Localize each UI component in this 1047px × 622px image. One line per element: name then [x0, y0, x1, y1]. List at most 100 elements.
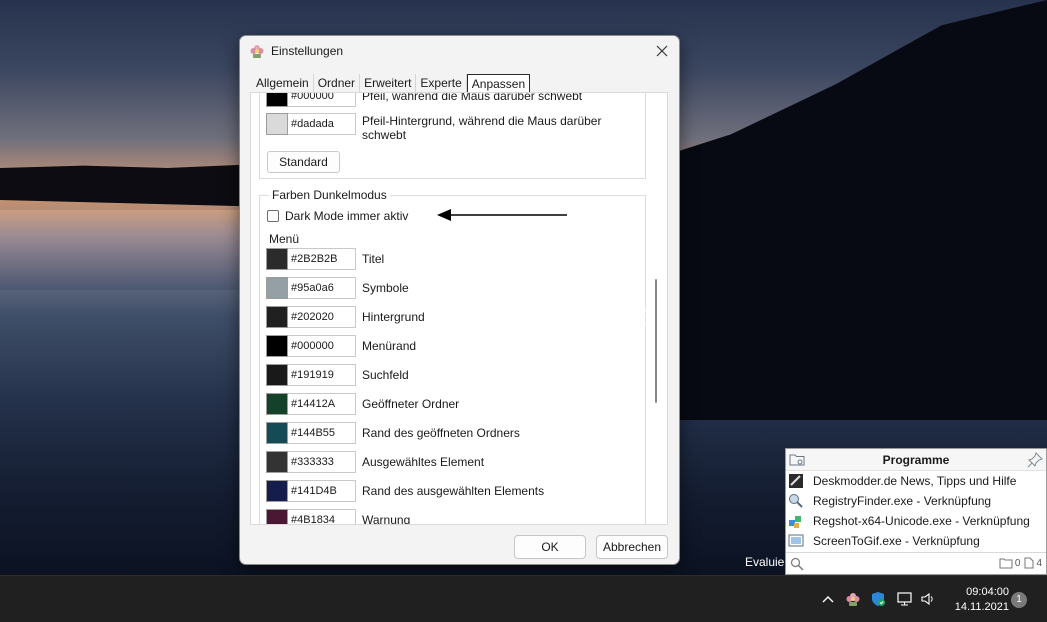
color-row-arrow-hover: #000000 Pfeil, während die Maus darüber … — [266, 93, 622, 107]
color-row: #14412A Geöffneter Ordner — [266, 393, 622, 415]
hex-input[interactable]: #144B55 — [288, 422, 356, 444]
cancel-button[interactable]: Abbrechen — [596, 535, 668, 559]
tab-experte[interactable]: Experte — [416, 74, 467, 94]
panel-scrollbar[interactable] — [651, 93, 663, 524]
color-label: Rand des ausgewählten Elements — [362, 484, 545, 498]
hex-input[interactable]: #333333 — [288, 451, 356, 473]
color-label: Geöffneter Ordner — [362, 397, 460, 411]
regshot-icon — [789, 516, 801, 528]
color-row: #2B2B2B Titel — [266, 248, 622, 270]
list-item-label: Regshot-x64-Unicode.exe - Verknüpfung — [813, 514, 1030, 528]
list-item-label: ScreenToGif.exe - Verknüpfung — [813, 534, 980, 548]
hex-input[interactable]: #14412A — [288, 393, 356, 415]
chevron-up-icon[interactable] — [820, 591, 836, 607]
clock-time: 09:04:00 — [966, 586, 1009, 598]
evaluation-watermark-text: Evaluier — [745, 555, 789, 569]
color-label: Warnung — [362, 513, 411, 525]
dark-mode-group-title: Farben Dunkelmodus — [269, 188, 390, 202]
hex-input[interactable]: #2B2B2B — [288, 248, 356, 270]
color-swatch[interactable] — [266, 335, 288, 357]
standard-button[interactable]: Standard — [267, 151, 340, 173]
color-label: Symbole — [362, 281, 409, 295]
security-shield-icon[interactable] — [870, 591, 886, 607]
hex-input[interactable]: #000000 — [288, 335, 356, 357]
tab-ordner[interactable]: Ordner — [314, 74, 361, 94]
color-swatch[interactable] — [266, 509, 288, 524]
programme-title: Programme — [882, 452, 950, 467]
color-label: Menürand — [362, 339, 417, 353]
color-label: Titel — [362, 252, 385, 266]
dialog-titlebar[interactable]: Einstellungen — [240, 36, 679, 66]
programme-search[interactable]: 0 4 — [786, 552, 1046, 574]
deskmodder-watermark: Deskmodder.de — [425, 296, 651, 334]
folder-icon — [999, 558, 1013, 569]
volume-icon[interactable] — [920, 591, 936, 607]
dark-mode-checkbox-row[interactable]: Dark Mode immer aktiv — [267, 209, 408, 223]
settings-tabs: Allgemein Ordner Erweitert Experte Anpas… — [252, 74, 531, 94]
screentogif-icon — [788, 534, 804, 547]
pin-icon[interactable] — [1027, 452, 1043, 468]
color-label: Suchfeld — [362, 368, 409, 382]
list-item[interactable]: Regshot-x64-Unicode.exe - Verknüpfung — [786, 511, 1046, 531]
list-item[interactable]: RegistryFinder.exe - Verknüpfung — [786, 491, 1046, 511]
hex-input[interactable]: #4B1834 — [288, 509, 356, 524]
scrollbar-thumb[interactable] — [655, 279, 657, 403]
color-swatch[interactable] — [266, 451, 288, 473]
registryfinder-icon — [789, 494, 803, 508]
search-icon — [790, 557, 804, 570]
color-row: #144B55 Rand des geöffneten Ordners — [266, 422, 622, 444]
tab-erweitert[interactable]: Erweitert — [360, 74, 417, 94]
color-swatch[interactable] — [266, 306, 288, 328]
file-icon — [1024, 557, 1034, 569]
network-icon[interactable] — [897, 591, 913, 607]
hex-input[interactable]: #dadada — [288, 113, 356, 135]
hex-input[interactable]: #95a0a6 — [288, 277, 356, 299]
taskbar: 09:04:00 14.11.2021 1 — [0, 575, 1047, 622]
color-swatch[interactable] — [266, 480, 288, 502]
color-row: #191919 Suchfeld — [266, 364, 622, 386]
color-swatch[interactable] — [266, 248, 288, 270]
color-row: #333333 Ausgewähltes Element — [266, 451, 622, 473]
close-icon — [656, 45, 668, 57]
hex-input[interactable]: #000000 — [288, 93, 356, 107]
list-item[interactable]: Deskmodder.de News, Tipps und Hilfe — [786, 471, 1046, 491]
app-flower-icon — [250, 45, 264, 58]
color-label: Rand des geöffneten Ordners — [362, 426, 520, 440]
tab-anpassen[interactable]: Anpassen — [466, 74, 531, 94]
color-swatch[interactable] — [266, 277, 288, 299]
hex-input[interactable]: #191919 — [288, 364, 356, 386]
list-item-label: RegistryFinder.exe - Verknüpfung — [813, 494, 992, 508]
dark-mode-colors-group — [259, 195, 646, 524]
programme-popup: Programme Deskmodder.de News, Tipps und … — [785, 448, 1047, 575]
programme-counts: 0 4 — [999, 557, 1042, 569]
annotation-arrow-icon — [437, 209, 567, 221]
color-row: #4B1834 Warnung — [266, 509, 622, 525]
notification-badge[interactable]: 1 — [1011, 592, 1027, 608]
menu-section-label: Menü — [269, 232, 300, 246]
list-item[interactable]: ScreenToGif.exe - Verknüpfung — [786, 531, 1046, 551]
list-item-label: Deskmodder.de News, Tipps und Hilfe — [813, 474, 1017, 488]
color-row-arrow-background: #dadada Pfeil-Hintergrund, während die M… — [266, 113, 622, 142]
color-label: Ausgewähltes Element — [362, 455, 485, 469]
color-label: Pfeil-Hintergrund, während die Maus darü… — [362, 114, 602, 142]
color-swatch[interactable] — [266, 93, 288, 107]
system-clock[interactable]: 09:04:00 14.11.2021 — [945, 585, 1009, 615]
hex-input[interactable]: #202020 — [288, 306, 356, 328]
deskmodder-icon — [789, 474, 803, 488]
tab-allgemein[interactable]: Allgemein — [252, 74, 314, 94]
folder-count: 0 — [1014, 557, 1021, 569]
color-swatch[interactable] — [266, 393, 288, 415]
ok-button[interactable]: OK — [514, 535, 586, 559]
dark-mode-checkbox-label: Dark Mode immer aktiv — [285, 209, 409, 223]
hex-input[interactable]: #141D4B — [288, 480, 356, 502]
color-swatch[interactable] — [266, 113, 288, 135]
color-swatch[interactable] — [266, 422, 288, 444]
dialog-title: Einstellungen — [271, 44, 344, 58]
dark-mode-checkbox[interactable] — [267, 210, 279, 222]
color-row: #000000 Menürand — [266, 335, 622, 357]
color-row: #141D4B Rand des ausgewählten Elements — [266, 480, 622, 502]
close-button[interactable] — [653, 42, 671, 60]
clock-date: 14.11.2021 — [954, 601, 1009, 613]
color-swatch[interactable] — [266, 364, 288, 386]
app-flower-icon[interactable] — [845, 591, 861, 607]
